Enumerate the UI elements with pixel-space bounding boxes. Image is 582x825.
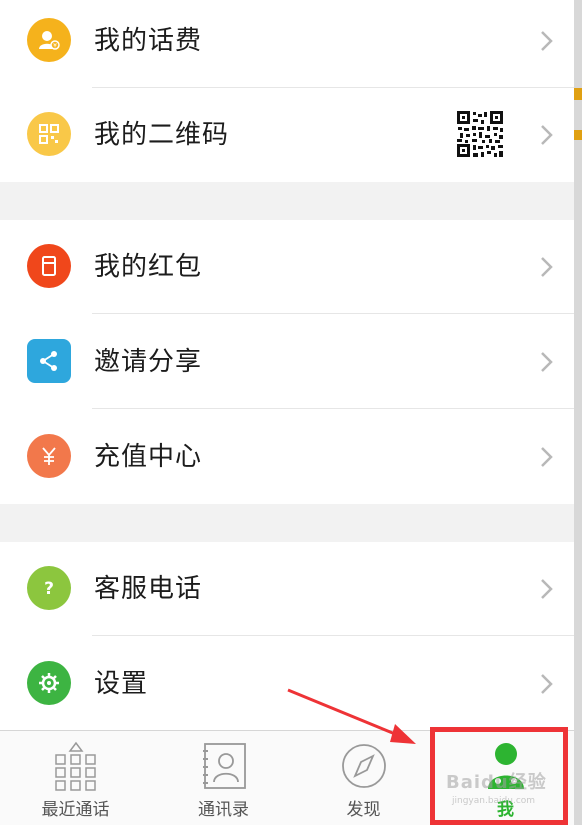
menu-item-phone-bill[interactable]: ¥ 我的话费 xyxy=(0,0,574,88)
red-envelope-icon xyxy=(27,244,71,288)
tab-discover[interactable]: 发现 xyxy=(292,731,435,825)
menu-item-label: 客服电话 xyxy=(94,574,203,604)
menu-item-label: 设置 xyxy=(94,669,149,699)
menu-item-customer-service[interactable]: ? 客服电话 xyxy=(0,542,574,636)
menu-item-label: 我的二维码 xyxy=(94,120,230,150)
chevron-right-icon xyxy=(541,674,553,694)
me-page: ¥ 我的话费 我的二维码 我的红包 邀请分享 充值中心 ? 客服电话 设置 最近… xyxy=(0,0,574,825)
chevron-right-icon xyxy=(541,31,553,51)
question-icon: ? xyxy=(27,566,71,610)
svg-text:¥: ¥ xyxy=(53,43,57,50)
svg-text:?: ? xyxy=(44,579,54,599)
menu-item-label: 我的红包 xyxy=(94,252,203,282)
dialpad-icon xyxy=(54,741,96,791)
highlight-box xyxy=(430,727,568,825)
tab-label: 通讯录 xyxy=(198,800,249,820)
tab-recent-calls[interactable]: 最近通话 xyxy=(4,731,147,825)
qr-code-thumbnail xyxy=(456,110,504,158)
chevron-right-icon xyxy=(541,257,553,277)
gear-icon xyxy=(27,661,71,705)
chevron-right-icon xyxy=(541,579,553,599)
menu-item-recharge[interactable]: 充值中心 xyxy=(0,410,574,504)
section-gap xyxy=(0,504,574,542)
tab-label: 发现 xyxy=(346,800,381,820)
menu-item-label: 充值中心 xyxy=(94,442,203,472)
compass-icon xyxy=(341,744,386,788)
yuan-icon xyxy=(27,434,71,478)
menu-item-label: 邀请分享 xyxy=(94,347,203,377)
window-edge-accent xyxy=(574,88,582,100)
share-icon xyxy=(27,339,71,383)
section-gap xyxy=(0,182,574,220)
phone-bill-icon: ¥ xyxy=(27,18,71,62)
menu-item-invite-share[interactable]: 邀请分享 xyxy=(0,315,574,409)
chevron-right-icon xyxy=(541,125,553,145)
window-edge xyxy=(574,0,582,825)
window-edge-accent xyxy=(574,130,582,140)
menu-item-qr-code[interactable]: 我的二维码 xyxy=(0,88,574,182)
tab-contacts[interactable]: 通讯录 xyxy=(152,731,295,825)
chevron-right-icon xyxy=(541,352,553,372)
menu-item-red-envelope[interactable]: 我的红包 xyxy=(0,220,574,314)
menu-item-label: 我的话费 xyxy=(94,26,203,56)
contacts-icon xyxy=(202,743,246,789)
chevron-right-icon xyxy=(541,447,553,467)
qr-code-icon xyxy=(27,112,71,156)
tab-label: 最近通话 xyxy=(41,800,110,820)
menu-item-settings[interactable]: 设置 xyxy=(0,637,574,731)
